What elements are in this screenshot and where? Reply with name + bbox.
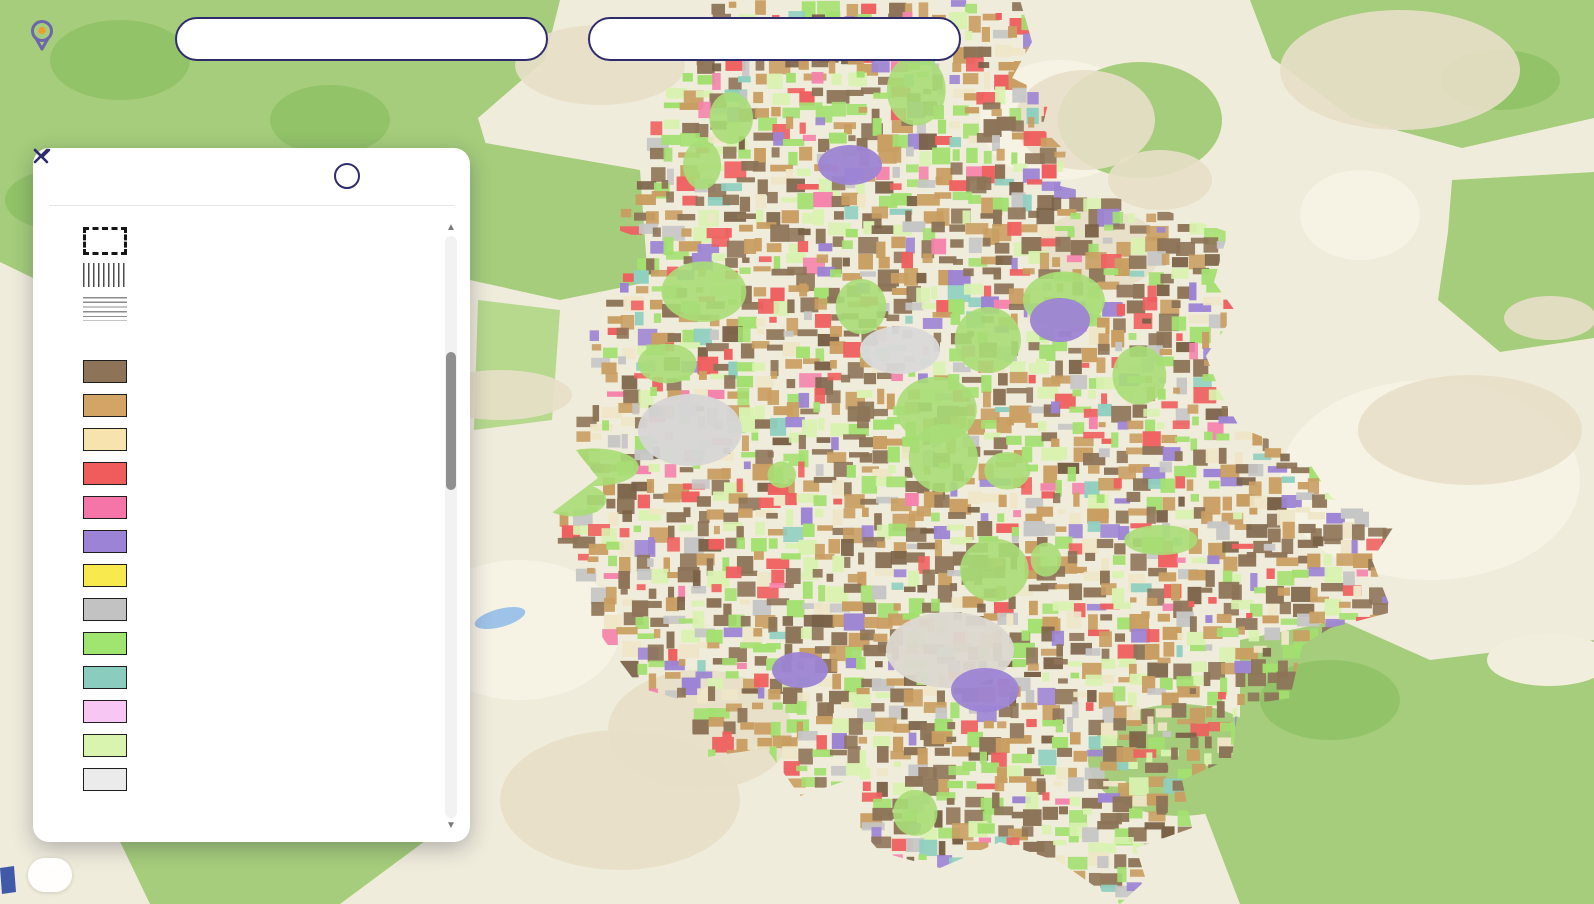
close-button[interactable] (33, 148, 448, 189)
search-address-input[interactable] (588, 17, 961, 61)
zone-swatch (83, 699, 127, 723)
zone-swatch (83, 563, 127, 587)
legend-zone-item (83, 728, 435, 762)
scroll-down-icon[interactable]: ▼ (445, 820, 457, 832)
legend-zone-item (83, 490, 435, 524)
legend-area-list (83, 224, 435, 326)
legend-body (83, 208, 435, 796)
zones-heading (98, 334, 435, 348)
legend-zone-item (83, 524, 435, 558)
legend-zone-item (83, 456, 435, 490)
zone-swatch (83, 733, 127, 757)
close-icon (33, 148, 49, 164)
panel-header (33, 148, 470, 204)
help-icon (334, 163, 360, 189)
legend-zone-item (83, 762, 435, 796)
zone-swatch (83, 665, 127, 689)
scrollbar-thumb[interactable] (446, 352, 456, 490)
legend-area-item (83, 224, 435, 258)
zone-swatch (83, 495, 127, 519)
legend-zone-item (83, 592, 435, 626)
zone-swatch (83, 767, 127, 791)
legend-zone-item (83, 626, 435, 660)
legend-area-item (83, 258, 435, 292)
help-button[interactable] (334, 163, 360, 189)
legend-zone-item (83, 694, 435, 728)
collapse-button[interactable] (33, 148, 404, 189)
legend-zone-list (83, 354, 435, 796)
legend-zone-item (83, 660, 435, 694)
legend-zone-item (83, 422, 435, 456)
map-app: ▲ ▼ (0, 0, 1594, 904)
legend-zone-item (83, 388, 435, 422)
dashed-outline-icon (83, 227, 127, 255)
legend-scrollbar: ▲ ▼ (444, 222, 458, 832)
zone-swatch (83, 427, 127, 451)
zone-swatch (83, 529, 127, 553)
scroll-up-icon[interactable]: ▲ (445, 222, 457, 234)
zone-swatch (83, 359, 127, 383)
zone-swatch (83, 631, 127, 655)
zone-swatch (83, 461, 127, 485)
zone-swatch (83, 393, 127, 417)
legend-zone-item (83, 354, 435, 388)
vertical-stripes-icon (83, 263, 127, 287)
scrollbar-track[interactable] (445, 236, 457, 818)
legend-zone-item (83, 558, 435, 592)
panel-divider (49, 205, 454, 206)
search-parcel-input[interactable] (175, 17, 548, 61)
attribution-pill[interactable] (28, 858, 72, 892)
horizontal-stripes-icon (83, 297, 127, 321)
plan-ogolny-panel: ▲ ▼ (33, 148, 470, 842)
legend-area-item (83, 292, 435, 326)
zone-swatch (83, 597, 127, 621)
